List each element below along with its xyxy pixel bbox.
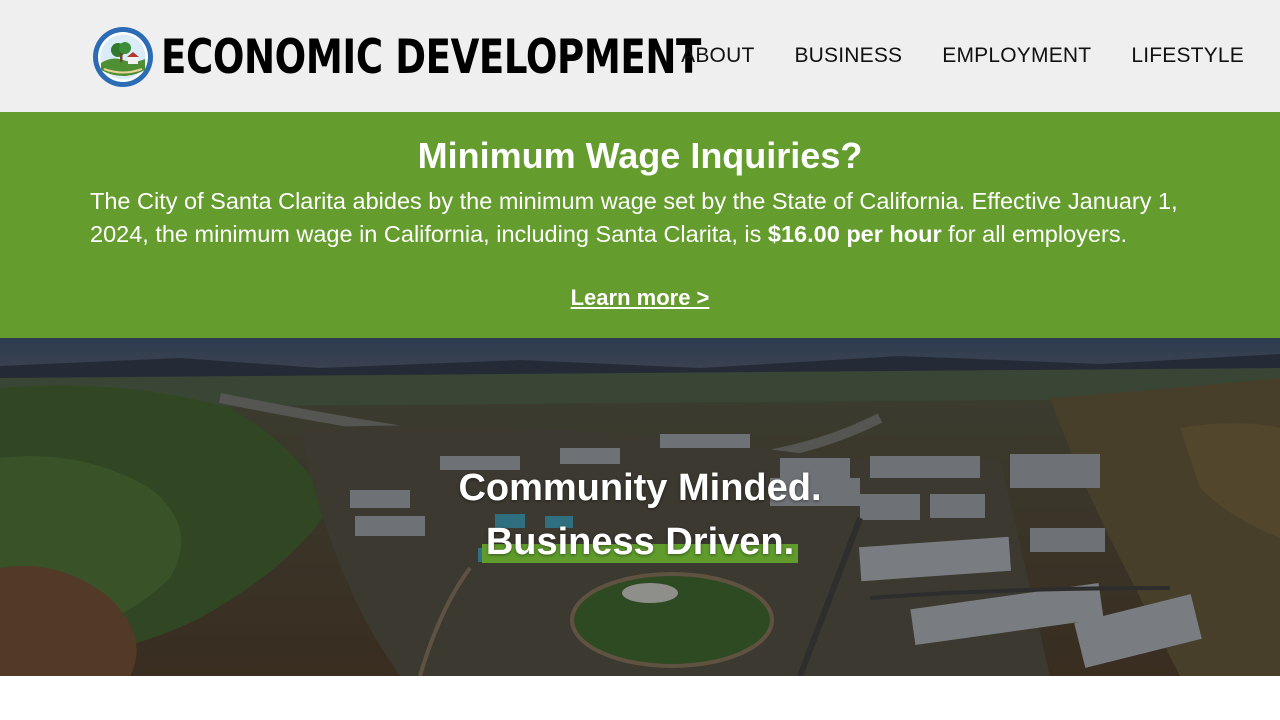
hero-heading-line-2: Business Driven. <box>0 520 1280 564</box>
hero-section: Community Minded. Business Driven. <box>0 338 1280 676</box>
city-seal-icon <box>93 27 153 87</box>
wage-amount: $16.00 per hour <box>767 221 942 247</box>
main-nav: ABOUT BUSINESS EMPLOYMENT LIFESTYLE <box>681 42 1244 70</box>
hero-heading-text-2: Business Driven. <box>481 521 799 563</box>
hero-heading-line-1: Community Minded. <box>0 466 1280 510</box>
nav-business[interactable]: BUSINESS <box>794 42 902 70</box>
minimum-wage-banner: Minimum Wage Inquiries? The City of Sant… <box>0 112 1280 338</box>
nav-employment[interactable]: EMPLOYMENT <box>942 42 1091 70</box>
banner-title: Minimum Wage Inquiries? <box>417 135 863 176</box>
nav-lifestyle[interactable]: LIFESTYLE <box>1131 42 1244 70</box>
hero-heading-text-1: Community Minded. <box>458 467 822 509</box>
learn-more-container: Learn more > <box>0 284 1280 312</box>
page-content-start <box>0 676 1280 720</box>
banner-body: The City of Santa Clarita abides by the … <box>90 185 1190 251</box>
site-header: ECONOMIC DEVELOPMENT ABOUT BUSINESS EMPL… <box>0 0 1280 112</box>
site-title: ECONOMIC DEVELOPMENT <box>161 29 701 85</box>
nav-about[interactable]: ABOUT <box>681 42 754 70</box>
learn-more-link[interactable]: Learn more > <box>571 285 710 310</box>
banner-body-suffix: for all employers. <box>941 221 1128 247</box>
